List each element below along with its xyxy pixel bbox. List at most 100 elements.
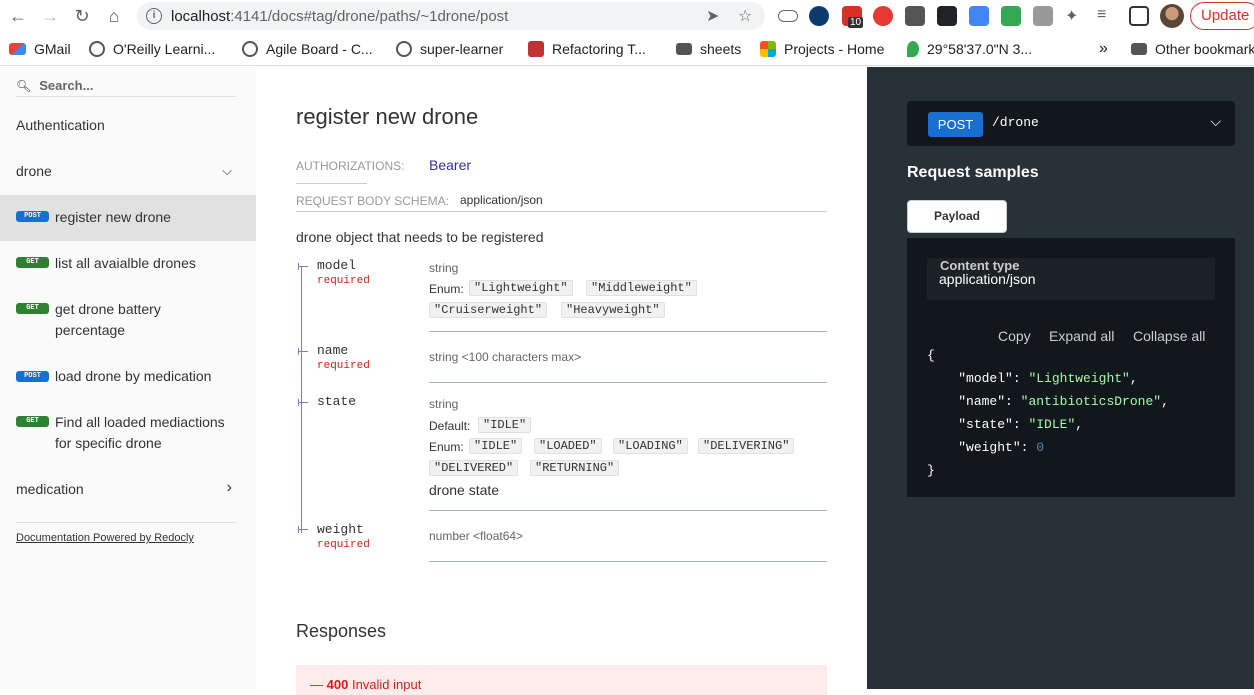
- globe-icon: [396, 41, 412, 57]
- enum-value: "LOADING": [613, 438, 688, 454]
- sidebar-op-battery[interactable]: GET get drone battery percentage: [0, 287, 256, 354]
- method-badge: GET: [16, 257, 49, 268]
- default-label: Default:: [429, 419, 471, 433]
- send-tab-icon[interactable]: ➤: [706, 6, 719, 26]
- response-description: Invalid input: [351, 677, 422, 692]
- json-key: "model": [958, 371, 1013, 386]
- profile-avatar[interactable]: [1160, 4, 1184, 28]
- bookmark-super-learner[interactable]: super-learner: [396, 40, 503, 58]
- divider: [429, 382, 827, 383]
- tree-line: [298, 266, 308, 267]
- operation-content: register new drone AUTHORIZATIONS: Beare…: [256, 67, 867, 695]
- schema-content-type: application/json: [460, 193, 543, 207]
- globe-icon: [242, 41, 258, 57]
- sidebar-op-load-drone[interactable]: POST load drone by medication: [0, 354, 256, 400]
- request-body-description: drone object that needs to be registered: [296, 229, 544, 245]
- extension-check-icon[interactable]: [809, 6, 829, 26]
- sidebar-item-label: medication: [16, 481, 84, 497]
- prop-state-type: string: [429, 397, 459, 411]
- site-info-icon[interactable]: i: [146, 8, 162, 24]
- tree-line: [298, 351, 308, 352]
- content-type-box[interactable]: Content type application/json: [927, 258, 1215, 300]
- divider: [429, 561, 827, 562]
- browser-toolbar: ← → ↻ ⌂ i localhost:4141/docs#tag/drone/…: [0, 0, 1254, 32]
- bookmark-gmail[interactable]: GMail: [9, 40, 71, 58]
- prop-model-type: string: [429, 261, 459, 275]
- prop-state-name[interactable]: state: [317, 394, 356, 409]
- endpoint-path: /drone: [992, 115, 1039, 130]
- more-bookmarks-icon[interactable]: »: [1099, 40, 1108, 58]
- reading-list-icon[interactable]: ≡: [1097, 6, 1117, 26]
- reload-icon[interactable]: ↻: [66, 0, 98, 32]
- prop-weight-name[interactable]: weight: [317, 522, 364, 537]
- tree-line: [301, 266, 302, 533]
- bookmark-refactoring[interactable]: Refactoring T...: [528, 40, 646, 58]
- gmail-icon: [9, 43, 26, 55]
- samples-panel: POST /drone ⌵ Request samples Payload Co…: [867, 67, 1254, 689]
- tab-payload[interactable]: Payload: [907, 200, 1007, 233]
- required-label: required: [317, 539, 370, 551]
- collapse-all-button[interactable]: Collapse all: [1133, 328, 1205, 344]
- extension-glasses-icon[interactable]: [778, 10, 798, 22]
- enum-value: "RETURNING": [530, 460, 620, 476]
- bookmark-sheets[interactable]: sheets: [676, 40, 741, 58]
- sidebar-item-medication[interactable]: medication ›: [0, 479, 256, 501]
- bookmark-star-icon[interactable]: ☆: [738, 6, 752, 26]
- refactoring-icon: [528, 41, 544, 57]
- url-text[interactable]: localhost:4141/docs#tag/drone/paths/~1dr…: [171, 8, 508, 25]
- sidebar-op-find-loaded[interactable]: GET Find all loaded mediactions for spec…: [0, 400, 256, 467]
- sidebar-op-label: load drone by medication: [55, 368, 212, 384]
- search-input[interactable]: [39, 78, 230, 93]
- extension-react-icon[interactable]: [937, 6, 957, 26]
- copy-button[interactable]: Copy: [998, 328, 1031, 344]
- prop-weight-type: number <float64>: [429, 529, 524, 543]
- address-bar[interactable]: i localhost:4141/docs#tag/drone/paths/~1…: [137, 2, 765, 30]
- bookmarks-bar: GMail O'Reilly Learni... Agile Board - C…: [0, 32, 1254, 66]
- sidebar-item-drone[interactable]: drone ⌵: [0, 163, 256, 183]
- default-value: "IDLE": [478, 417, 532, 433]
- home-icon[interactable]: ⌂: [98, 0, 130, 32]
- docs-sidebar: 🔍︎ Authentication drone ⌵ POST register …: [0, 67, 256, 689]
- bookmark-oreilly[interactable]: O'Reilly Learni...: [89, 40, 215, 58]
- sidebar-op-list-drones[interactable]: GET list all avaialble drones: [0, 241, 256, 287]
- page-title: register new drone: [296, 104, 479, 129]
- request-body-schema-label: REQUEST BODY SCHEMA:: [296, 194, 449, 208]
- response-expand-icon: —: [310, 677, 323, 692]
- chevron-right-icon: ›: [226, 479, 232, 496]
- extensions-puzzle-icon[interactable]: ✦: [1065, 6, 1085, 26]
- powered-by-link[interactable]: Documentation Powered by Redocly: [16, 532, 194, 544]
- extension-person-icon[interactable]: [1033, 6, 1053, 26]
- sidebar-op-register-new-drone[interactable]: POST register new drone: [0, 195, 256, 241]
- bookmark-agile-board[interactable]: Agile Board - C...: [242, 40, 373, 58]
- forward-icon[interactable]: →: [34, 0, 66, 32]
- json-key: "weight": [958, 440, 1021, 455]
- method-badge: GET: [16, 303, 49, 314]
- extension-translate-icon[interactable]: [969, 6, 989, 26]
- sidebar-op-label: get drone battery percentage: [55, 301, 161, 338]
- tree-line: [298, 402, 308, 403]
- endpoint-selector[interactable]: POST /drone ⌵: [907, 101, 1235, 146]
- prop-name-name[interactable]: name: [317, 343, 348, 358]
- response-code: 400: [326, 677, 349, 692]
- update-button[interactable]: Update: [1190, 2, 1254, 30]
- bookmark-coordinates[interactable]: 29°58'37.0"N 3...: [907, 40, 1032, 58]
- method-badge: POST: [16, 211, 49, 222]
- prop-model-name[interactable]: model: [317, 258, 356, 273]
- extension-dl-icon[interactable]: [1001, 6, 1021, 26]
- back-icon[interactable]: ←: [2, 0, 34, 32]
- bookmark-projects[interactable]: Projects - Home: [760, 40, 884, 58]
- expand-all-button[interactable]: Expand all: [1049, 328, 1114, 344]
- side-panel-icon[interactable]: [1129, 6, 1149, 26]
- auth-bearer-link[interactable]: Bearer: [429, 157, 471, 173]
- bookmark-other[interactable]: Other bookmarks: [1131, 40, 1254, 58]
- sidebar-item-authentication[interactable]: Authentication: [0, 117, 256, 137]
- required-label: required: [317, 360, 370, 372]
- divider: [296, 183, 367, 184]
- extension-adblock-icon[interactable]: [873, 6, 893, 26]
- extension-keep-icon[interactable]: [905, 6, 925, 26]
- json-string: "Lightweight": [1028, 371, 1130, 386]
- request-samples-title: Request samples: [907, 164, 1039, 181]
- enum-value: "Cruiserweight": [429, 302, 548, 318]
- json-string: "antibioticsDrone": [1020, 394, 1162, 409]
- response-400-row[interactable]: — 400 Invalid input: [296, 665, 827, 695]
